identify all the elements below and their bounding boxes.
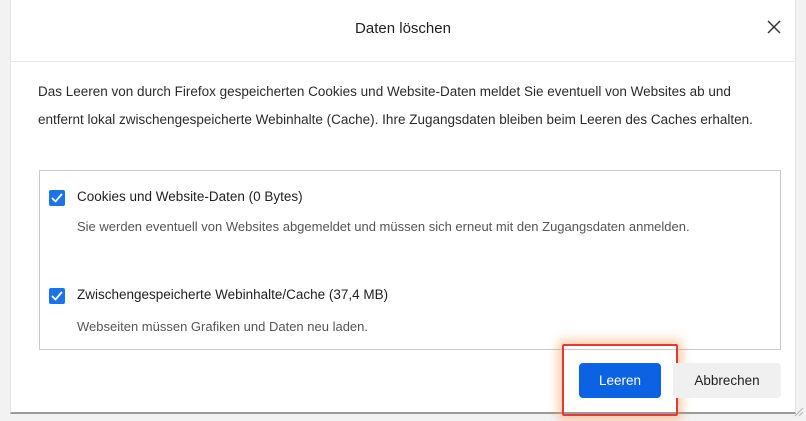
cookies-checkbox[interactable] <box>49 190 65 206</box>
close-button[interactable] <box>761 14 787 40</box>
clear-data-dialog: Daten löschen Das Leeren von durch Firef… <box>10 0 796 414</box>
cookies-description: Sie werden eventuell von Websites abgeme… <box>77 219 690 234</box>
cache-label[interactable]: Zwischengespeicherte Webinhalte/Cache (3… <box>77 287 388 302</box>
clear-button[interactable]: Leeren <box>579 363 661 398</box>
close-icon <box>767 20 781 34</box>
cache-description: Webseiten müssen Grafiken und Daten neu … <box>77 319 368 334</box>
options-list: Cookies und Website-Daten (0 Bytes) Sie … <box>39 170 781 350</box>
cache-checkbox[interactable] <box>49 288 65 304</box>
dialog-description: Das Leeren von durch Firefox gespeichert… <box>38 84 753 127</box>
dialog-title: Daten löschen <box>355 20 451 37</box>
cookies-label[interactable]: Cookies und Website-Daten (0 Bytes) <box>77 189 303 204</box>
resize-grip-icon[interactable] <box>792 405 804 417</box>
cancel-button[interactable]: Abbrechen <box>673 363 781 398</box>
checkmark-icon <box>51 291 63 301</box>
checkmark-icon <box>51 193 63 203</box>
dialog-titlebar: Daten löschen <box>11 0 795 62</box>
